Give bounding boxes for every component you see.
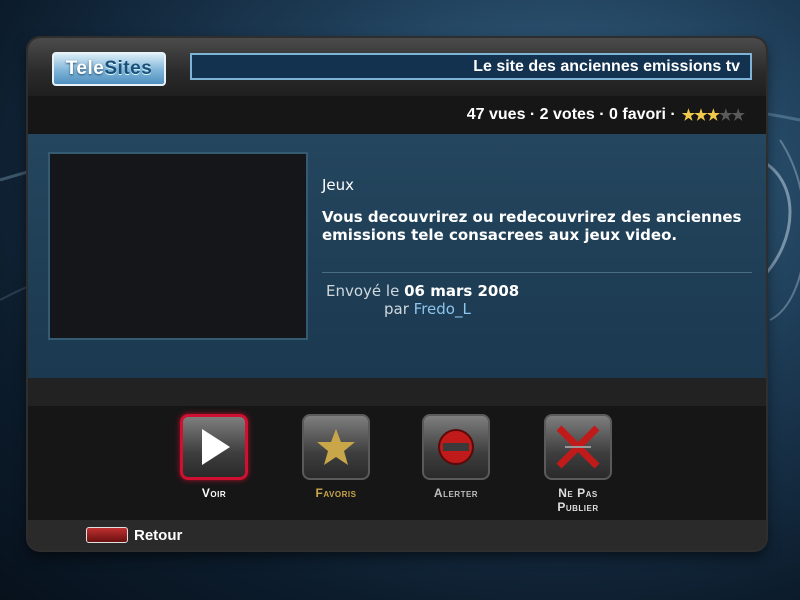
logo-part2: Sites <box>104 58 153 79</box>
voir-label: Voir <box>201 486 227 500</box>
back-button[interactable]: Retour <box>134 527 182 544</box>
alerter-button[interactable]: Alerter <box>416 414 496 500</box>
site-title: Le site des anciennes emissions tv <box>190 53 752 80</box>
separator-band <box>28 378 766 406</box>
footer-bar: Retour <box>28 520 766 550</box>
play-icon <box>180 414 248 480</box>
stats-text: 47 vues · 2 votes · 0 favori · <box>466 106 676 123</box>
back-key-icon <box>86 527 128 543</box>
sent-date: 06 mars 2008 <box>404 282 520 300</box>
video-thumbnail <box>48 152 308 340</box>
header-bar: Tele Sites Le site des anciennes emission… <box>28 38 766 96</box>
star-icon: ★ <box>694 107 707 124</box>
video-description: Vous decouvrirez ou redecouvrirez des an… <box>322 208 742 244</box>
star-icon: ★ <box>681 107 695 124</box>
author-name[interactable]: Fredo_L <box>414 300 471 318</box>
author-info: par Fredo_L <box>384 300 471 318</box>
star-favorite-icon <box>302 414 370 480</box>
favoris-button[interactable]: Favoris <box>296 414 376 500</box>
voir-button[interactable]: Voir <box>174 414 254 500</box>
video-genre: Jeux <box>322 176 355 194</box>
ne-pas-publier-button[interactable]: Ne Pas Publier <box>538 414 618 514</box>
main-panel: Tele Sites Le site des anciennes emission… <box>28 38 766 550</box>
alerter-label: Alerter <box>433 486 479 500</box>
star-icon: ★ <box>706 107 720 124</box>
telesites-logo: Tele Sites <box>52 52 166 86</box>
ne-pas-label-line2: Publier <box>557 500 599 514</box>
star-icon: ★ <box>731 107 745 124</box>
no-entry-icon <box>422 414 490 480</box>
rating-stars: ★★★★★ <box>681 106 745 124</box>
stats-bar: 47 vues · 2 votes · 0 favori · ★★★★★ <box>28 96 766 134</box>
star-icon: ★ <box>719 107 732 124</box>
sent-label: Envoyé le <box>326 282 400 300</box>
logo-part1: Tele <box>65 58 105 79</box>
ne-pas-label-line1: Ne Pas <box>558 486 598 500</box>
sent-info: Envoyé le 06 mars 2008 <box>326 282 519 300</box>
video-details: Jeux Vous decouvrirez ou redecouvrirez d… <box>28 134 766 378</box>
ne-pas-publier-label: Ne Pas Publier <box>538 486 618 514</box>
favoris-label: Favoris <box>315 486 357 500</box>
by-label: par <box>384 300 409 318</box>
unpublish-icon <box>544 414 612 480</box>
action-bar: Voir Favoris Alerter Ne Pas Publier <box>28 406 766 520</box>
divider <box>322 272 752 273</box>
